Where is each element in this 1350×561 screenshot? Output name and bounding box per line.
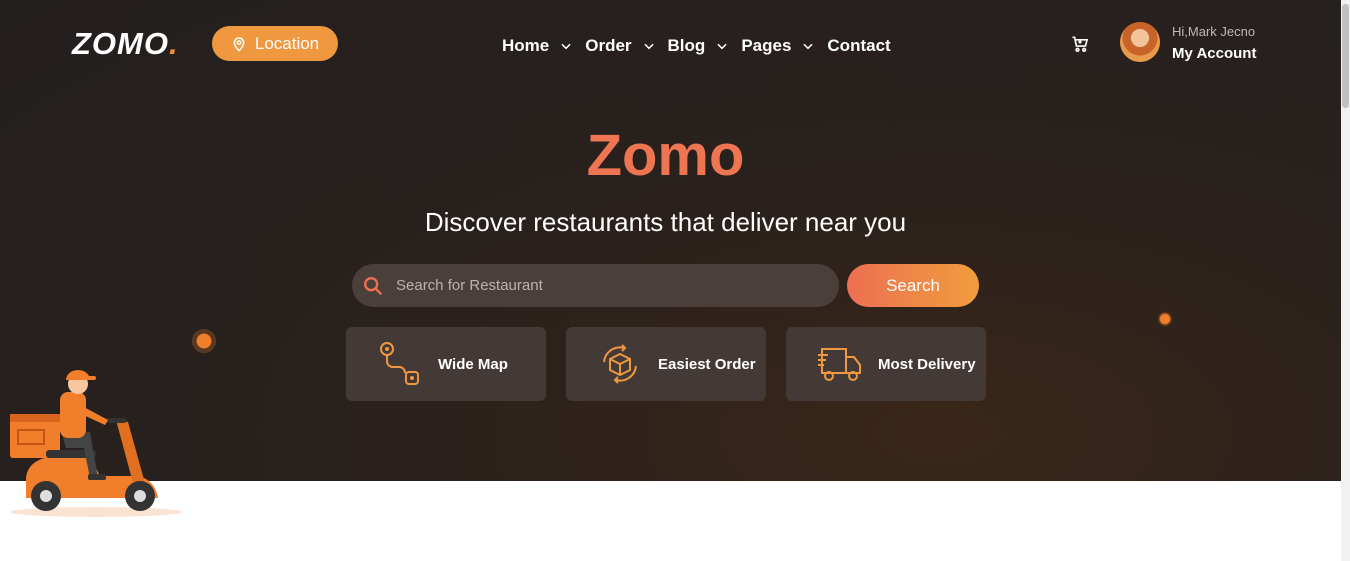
chevron-down-icon	[561, 43, 571, 50]
user-greeting: Hi,Mark Jecno	[1172, 24, 1256, 39]
hero-subtitle: Discover restaurants that deliver near y…	[424, 207, 907, 237]
search-box	[352, 264, 839, 307]
feature-card-wide-map[interactable]: Wide Map	[346, 327, 546, 401]
feature-label: Easiest Order	[658, 355, 756, 373]
nav-item-contact[interactable]: Contact	[827, 36, 890, 56]
location-pin-icon	[233, 36, 245, 52]
chevron-down-icon	[803, 43, 814, 50]
nav-item-blog[interactable]: Blog	[668, 36, 730, 56]
scrollbar[interactable]	[1341, 0, 1350, 561]
box-refresh-icon	[603, 344, 637, 384]
scrollbar-thumb[interactable]	[1342, 4, 1349, 108]
nav-item-order[interactable]: Order	[585, 36, 655, 56]
avatar[interactable]	[1120, 22, 1160, 62]
delivery-scooter-illustration	[10, 370, 182, 517]
search-icon	[364, 276, 383, 295]
chevron-down-icon	[717, 43, 727, 50]
decorative-dot	[1157, 311, 1173, 327]
hero-section: ZOMO. Location Home Order Blog Pages Con…	[0, 0, 1341, 481]
feature-card-easiest-order[interactable]: Easiest Order	[566, 327, 766, 401]
decorative-dot	[189, 326, 219, 356]
nav-item-pages[interactable]: Pages	[741, 36, 815, 56]
feature-label: Wide Map	[438, 355, 508, 373]
search-button[interactable]: Search	[847, 264, 979, 307]
hero-title: Zomo	[586, 123, 745, 188]
location-label: Location	[254, 33, 320, 53]
logo[interactable]: ZOMO.	[72, 26, 179, 62]
cart-icon[interactable]	[1070, 34, 1090, 54]
search-input[interactable]	[396, 277, 816, 294]
feature-card-most-delivery[interactable]: Most Delivery	[786, 327, 986, 401]
my-account-link[interactable]: My Account	[1172, 45, 1256, 62]
page: ZOMO. Location Home Order Blog Pages Con…	[0, 0, 1350, 561]
feature-label: Most Delivery	[878, 355, 976, 373]
nav-item-home[interactable]: Home	[502, 36, 573, 56]
location-button[interactable]: Location	[212, 26, 338, 61]
main-nav: Home Order Blog Pages Contact	[502, 36, 903, 56]
chevron-down-icon	[643, 43, 654, 50]
delivery-truck-icon	[818, 348, 861, 381]
route-map-icon	[380, 342, 419, 385]
